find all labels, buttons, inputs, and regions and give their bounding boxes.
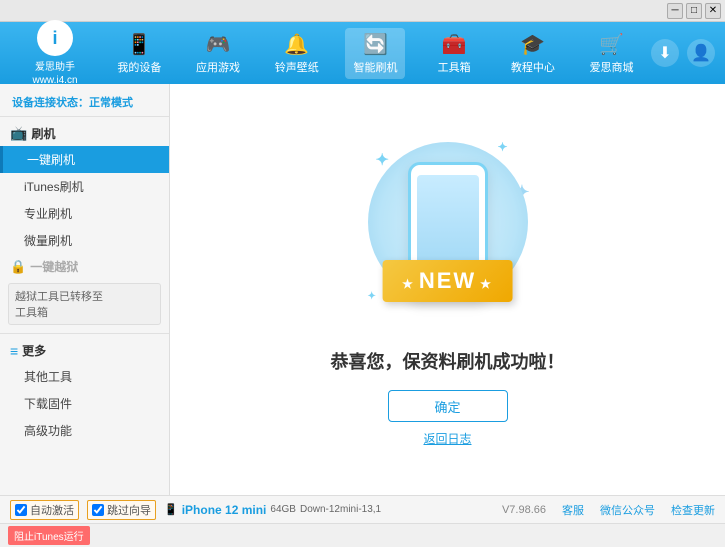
sidebar-advanced[interactable]: 高级功能 bbox=[0, 417, 169, 444]
device-storage: 64GB bbox=[270, 504, 296, 515]
more-section-icon: ≡ bbox=[10, 343, 18, 359]
success-illustration: ✦ ✦ ✦ ✦ NEW bbox=[348, 132, 548, 332]
bottom-bar: 自动激活 跳过向导 📱 iPhone 12 mini 64GB Down-12m… bbox=[0, 495, 725, 523]
mall-label: 爱思商城 bbox=[590, 59, 634, 75]
nav-my-device[interactable]: 📱 我的设备 bbox=[109, 28, 169, 79]
nav-smart-shop[interactable]: 🔄 智能刷机 bbox=[345, 28, 405, 79]
info-line1: 越狱工具已转移至 bbox=[15, 288, 154, 304]
nav-mall[interactable]: 🛒 爱思商城 bbox=[582, 28, 642, 79]
wechat-link[interactable]: 微信公众号 bbox=[600, 502, 655, 518]
confirm-button[interactable]: 确定 bbox=[388, 390, 508, 422]
itunes-bar: 阻止iTunes运行 bbox=[0, 523, 725, 547]
stop-itunes-button[interactable]: 阻止iTunes运行 bbox=[8, 526, 90, 545]
title-bar: ─ □ ✕ bbox=[0, 0, 725, 22]
info-line2: 工具箱 bbox=[15, 304, 154, 320]
logo-area: i 爱思助手 www.i4.cn bbox=[10, 20, 100, 86]
more-section-label: 更多 bbox=[22, 342, 46, 359]
sidebar-micro-flash[interactable]: 微量刷机 bbox=[0, 227, 169, 254]
tutorial-label: 教程中心 bbox=[511, 59, 555, 75]
sparkle-2: ✦ bbox=[497, 140, 507, 154]
update-link[interactable]: 检查更新 bbox=[671, 502, 715, 518]
logo-line1: 爱思助手 bbox=[35, 58, 75, 73]
smart-shop-label: 智能刷机 bbox=[353, 59, 397, 75]
sidebar-itunes-flash[interactable]: iTunes刷机 bbox=[0, 173, 169, 200]
ringtone-icon: 🔔 bbox=[284, 32, 309, 57]
device-info: 📱 iPhone 12 mini 64GB Down-12mini-13,1 bbox=[164, 503, 381, 517]
device-system: Down-12mini-13,1 bbox=[300, 504, 381, 515]
status-value: 正常模式 bbox=[89, 97, 133, 109]
bottom-left: 自动激活 跳过向导 📱 iPhone 12 mini 64GB Down-12m… bbox=[10, 500, 502, 520]
auto-activate-checkbox-area[interactable]: 自动激活 bbox=[10, 500, 79, 520]
service-link[interactable]: 客服 bbox=[562, 502, 584, 518]
app-game-icon: 🎮 bbox=[206, 32, 231, 57]
bottom-right: V7.98.66 客服 微信公众号 检查更新 bbox=[502, 502, 715, 518]
sidebar-other-tools[interactable]: 其他工具 bbox=[0, 363, 169, 390]
sidebar-flash-header[interactable]: 📺 刷机 bbox=[0, 121, 169, 146]
auto-activate-checkbox[interactable] bbox=[15, 504, 27, 516]
tools-icon: 🧰 bbox=[442, 32, 467, 57]
minimize-button[interactable]: ─ bbox=[667, 3, 683, 19]
nav-items: 📱 我的设备 🎮 应用游戏 🔔 铃声壁纸 🔄 智能刷机 🧰 工具箱 🎓 教程中心… bbox=[100, 28, 651, 79]
sidebar-divider bbox=[0, 333, 169, 334]
sidebar-one-click-flash[interactable]: 一键刷机 bbox=[0, 146, 169, 173]
maximize-button[interactable]: □ bbox=[686, 3, 702, 19]
nav-tools[interactable]: 🧰 工具箱 bbox=[424, 28, 484, 79]
skip-wizard-checkbox-area[interactable]: 跳过向导 bbox=[87, 500, 156, 520]
top-nav: i 爱思助手 www.i4.cn 📱 我的设备 🎮 应用游戏 🔔 铃声壁纸 🔄 … bbox=[0, 22, 725, 84]
status-label: 设备连接状态： bbox=[12, 97, 89, 109]
skip-wizard-checkbox[interactable] bbox=[92, 504, 104, 516]
sparkle-3: ✦ bbox=[368, 291, 376, 302]
sidebar-more-header[interactable]: ≡ 更多 bbox=[0, 338, 169, 363]
nav-ringtone[interactable]: 🔔 铃声壁纸 bbox=[267, 28, 327, 79]
logo-icon: i bbox=[37, 20, 73, 56]
sidebar-pro-flash[interactable]: 专业刷机 bbox=[0, 200, 169, 227]
sidebar: 设备连接状态：正常模式 📺 刷机 一键刷机 iTunes刷机 专业刷机 微量刷机… bbox=[0, 84, 170, 495]
nav-tutorial[interactable]: 🎓 教程中心 bbox=[503, 28, 563, 79]
flash-section-label: 刷机 bbox=[31, 125, 55, 142]
smart-shop-icon: 🔄 bbox=[363, 32, 388, 57]
version-text: V7.98.66 bbox=[502, 504, 546, 516]
nav-app-game[interactable]: 🎮 应用游戏 bbox=[188, 28, 248, 79]
success-title: 恭喜您，保资料刷机成功啦！ bbox=[331, 348, 565, 374]
close-button[interactable]: ✕ bbox=[705, 3, 721, 19]
mall-icon: 🛒 bbox=[599, 32, 624, 57]
auto-activate-label: 自动激活 bbox=[30, 502, 74, 518]
tutorial-icon: 🎓 bbox=[520, 32, 545, 57]
sparkle-1: ✦ bbox=[376, 150, 389, 170]
nav-right: ⬇ 👤 bbox=[651, 39, 715, 67]
app-game-label: 应用游戏 bbox=[196, 59, 240, 75]
content-area: ✦ ✦ ✦ ✦ NEW 恭喜您，保资料刷机成功啦！ 确定 返回日志 bbox=[170, 84, 725, 495]
sidebar-jailbreak-header: 🔒 一键越狱 bbox=[0, 254, 169, 279]
my-device-label: 我的设备 bbox=[117, 59, 161, 75]
download-button[interactable]: ⬇ bbox=[651, 39, 679, 67]
new-ribbon: NEW bbox=[382, 260, 513, 302]
skip-wizard-label: 跳过向导 bbox=[107, 502, 151, 518]
flash-section-icon: 📺 bbox=[10, 125, 27, 142]
sidebar-info-box: 越狱工具已转移至 工具箱 bbox=[8, 283, 161, 325]
tools-label: 工具箱 bbox=[438, 59, 471, 75]
back-daily-link[interactable]: 返回日志 bbox=[423, 430, 471, 447]
device-status: 设备连接状态：正常模式 bbox=[0, 88, 169, 117]
lock-icon: 🔒 bbox=[10, 259, 26, 275]
device-phone-icon: 📱 bbox=[164, 503, 178, 516]
jailbreak-label: 一键越狱 bbox=[30, 258, 78, 275]
device-name: iPhone 12 mini bbox=[182, 503, 267, 517]
sidebar-download-firmware[interactable]: 下载固件 bbox=[0, 390, 169, 417]
user-button[interactable]: 👤 bbox=[687, 39, 715, 67]
my-device-icon: 📱 bbox=[127, 32, 152, 57]
main-area: 设备连接状态：正常模式 📺 刷机 一键刷机 iTunes刷机 专业刷机 微量刷机… bbox=[0, 84, 725, 495]
new-badge: NEW bbox=[382, 260, 513, 302]
ringtone-label: 铃声壁纸 bbox=[275, 59, 319, 75]
